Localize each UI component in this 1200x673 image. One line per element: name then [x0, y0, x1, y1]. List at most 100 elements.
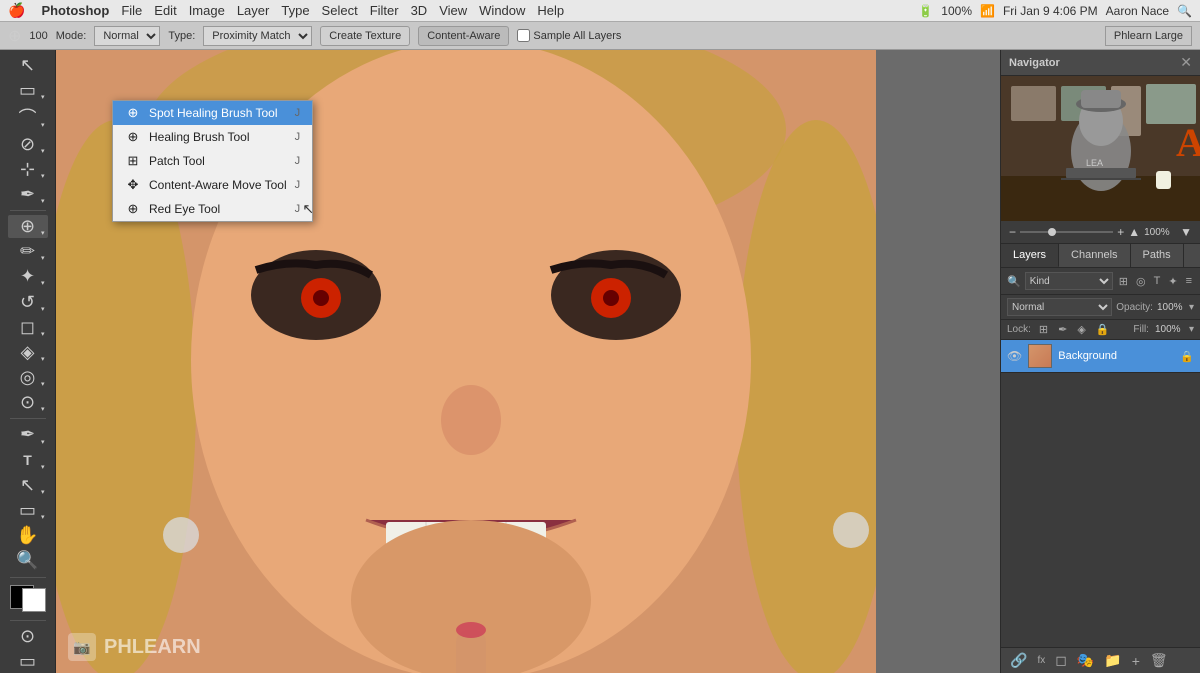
- tool-menu-item-red-eye[interactable]: ⊕ Red Eye Tool J ↖: [113, 197, 312, 221]
- layer-item-background[interactable]: 👁 Background 🔒: [1001, 340, 1200, 373]
- phlearn-preset-button[interactable]: Phlearn Large: [1105, 26, 1192, 46]
- layer-fx-btn[interactable]: fx: [1034, 655, 1048, 666]
- menu-bar: 🍎 Photoshop File Edit Image Layer Type S…: [0, 0, 1200, 22]
- quick-mask-tool[interactable]: ⊙: [8, 625, 48, 648]
- mode-select[interactable]: Normal: [94, 26, 160, 46]
- lock-all-btn[interactable]: 🔒: [1094, 323, 1112, 336]
- opacity-label: Opacity:: [1116, 302, 1153, 313]
- menu-help[interactable]: Help: [537, 3, 564, 18]
- lock-pixels-btn[interactable]: ⊞: [1037, 323, 1050, 336]
- menu-layer[interactable]: Layer: [237, 3, 270, 18]
- tab-channels[interactable]: Channels: [1059, 244, 1130, 267]
- sample-all-layers-checkbox[interactable]: Sample All Layers: [517, 29, 621, 42]
- layers-kind-select[interactable]: Kind: [1025, 272, 1113, 290]
- eraser-tool[interactable]: ◻ ▾: [8, 316, 48, 339]
- right-panel: Navigator ✕ A: [1000, 50, 1200, 673]
- layer-mask-btn[interactable]: ◻: [1052, 652, 1070, 669]
- layer-delete-btn[interactable]: 🗑: [1147, 652, 1171, 669]
- quick-select-icon: ⊘: [20, 134, 35, 155]
- menu-file[interactable]: File: [121, 3, 142, 18]
- layer-lock-icon: 🔒: [1180, 350, 1194, 363]
- toolbar-separator-1: [10, 210, 46, 211]
- clone-stamp-tool[interactable]: ✦ ▾: [8, 265, 48, 288]
- blur-tool[interactable]: ◎ ▾: [8, 366, 48, 389]
- content-aware-move-shortcut: J: [295, 179, 301, 191]
- battery-icon: 🔋: [918, 4, 933, 18]
- hand-tool[interactable]: ✋: [8, 524, 48, 547]
- spot-healing-shortcut: J: [295, 107, 301, 119]
- wifi-icon: 📶: [980, 4, 995, 18]
- blend-mode-select[interactable]: Normal: [1007, 298, 1112, 316]
- menu-image[interactable]: Image: [189, 3, 225, 18]
- layer-group-btn[interactable]: 📁: [1101, 652, 1124, 669]
- navigator-close-icon[interactable]: ✕: [1180, 54, 1192, 71]
- layers-filter-adj[interactable]: ◎: [1134, 275, 1148, 288]
- eyedropper-tool[interactable]: ✒ ▾: [8, 183, 48, 206]
- layer-link-btn[interactable]: 🔗: [1007, 652, 1030, 669]
- zoom-out-icon[interactable]: −: [1009, 225, 1016, 239]
- tool-menu-item-content-aware-move[interactable]: ✥ Content-Aware Move Tool J: [113, 173, 312, 197]
- quick-select-tool[interactable]: ⊘ ▾: [8, 132, 48, 155]
- zoom-thumb[interactable]: [1048, 228, 1056, 236]
- history-brush-tool[interactable]: ↺ ▾: [8, 290, 48, 313]
- menu-filter[interactable]: Filter: [370, 3, 399, 18]
- layer-adj-btn[interactable]: 🎭: [1074, 652, 1097, 669]
- options-bar: ⊕ 100 Mode: Normal Type: Proximity Match…: [0, 22, 1200, 50]
- menu-window[interactable]: Window: [479, 3, 525, 18]
- layer-new-btn[interactable]: +: [1129, 653, 1143, 669]
- spot-healing-tool[interactable]: ⊕ ▾: [8, 215, 48, 238]
- nav-expand-icon[interactable]: ▼: [1180, 225, 1192, 239]
- fill-arrow-icon[interactable]: ▾: [1189, 324, 1194, 335]
- tab-paths[interactable]: Paths: [1131, 244, 1184, 267]
- dodge-tool[interactable]: ⊙ ▾: [8, 391, 48, 414]
- apple-menu[interactable]: 🍎: [8, 2, 25, 19]
- zoom-tool[interactable]: 🔍: [8, 549, 48, 572]
- patch-menu-icon: ⊞: [125, 153, 141, 169]
- content-aware-button[interactable]: Content-Aware: [418, 26, 509, 46]
- content-aware-move-label: Content-Aware Move Tool: [149, 178, 287, 192]
- pen-tool[interactable]: ✒ ▾: [8, 423, 48, 446]
- crop-icon: ⊹: [20, 159, 35, 180]
- screen-mode-tool[interactable]: ▭: [8, 650, 48, 673]
- lasso-tool[interactable]: ⌒ ▾: [8, 104, 48, 130]
- rectangle-tool[interactable]: ▭ ▾: [8, 499, 48, 522]
- menu-view[interactable]: View: [439, 3, 467, 18]
- toolbar-separator-2: [10, 418, 46, 419]
- menu-type[interactable]: Type: [281, 3, 309, 18]
- toolbar-separator-3: [10, 577, 46, 578]
- navigator-title: Navigator: [1009, 57, 1060, 69]
- dodge-icon: ⊙: [20, 392, 35, 413]
- type-tool[interactable]: T ▾: [8, 449, 48, 472]
- brush-tool[interactable]: ✏ ▾: [8, 240, 48, 263]
- zoom-in-icon[interactable]: +: [1117, 225, 1124, 239]
- menu-edit[interactable]: Edit: [154, 3, 176, 18]
- nav-zoom-collapse[interactable]: ▲: [1128, 225, 1140, 239]
- background-color[interactable]: [22, 588, 46, 612]
- red-eye-label: Red Eye Tool: [149, 202, 220, 216]
- move-tool[interactable]: ↖: [8, 54, 48, 77]
- search-icon[interactable]: 🔍: [1177, 4, 1192, 18]
- type-select[interactable]: Proximity Match Create Texture Content-A…: [203, 26, 312, 46]
- menu-select[interactable]: Select: [322, 3, 358, 18]
- layers-filter-smart[interactable]: ✦: [1166, 275, 1179, 288]
- lock-position-btn[interactable]: ✒: [1056, 323, 1069, 336]
- layers-filter-pixel[interactable]: ⊞: [1117, 275, 1130, 288]
- selection-tool[interactable]: ▭ ▾: [8, 79, 48, 102]
- healing-menu-icon: ⊕: [125, 129, 141, 145]
- menu-3d[interactable]: 3D: [411, 3, 428, 18]
- crop-tool[interactable]: ⊹ ▾: [8, 158, 48, 181]
- layers-bottom-toolbar: 🔗 fx ◻ 🎭 📁 + 🗑: [1001, 647, 1200, 673]
- tool-menu-item-patch[interactable]: ⊞ Patch Tool J: [113, 149, 312, 173]
- lock-artboard-btn[interactable]: ◈: [1075, 323, 1087, 336]
- layers-filter-toggle[interactable]: ≡: [1184, 275, 1194, 287]
- opacity-arrow-icon[interactable]: ▾: [1189, 302, 1194, 313]
- tab-layers[interactable]: Layers: [1001, 244, 1059, 267]
- gradient-tool[interactable]: ◈ ▾: [8, 341, 48, 364]
- tool-menu-item-spot-healing[interactable]: ⊕ Spot Healing Brush Tool J: [113, 101, 312, 125]
- tool-menu-item-healing[interactable]: ⊕ Healing Brush Tool J: [113, 125, 312, 149]
- layers-filter-type[interactable]: T: [1152, 275, 1163, 287]
- layer-visibility-icon[interactable]: 👁: [1007, 349, 1022, 363]
- path-select-tool[interactable]: ↖ ▾: [8, 474, 48, 497]
- zoom-track[interactable]: [1020, 231, 1113, 233]
- create-texture-button[interactable]: Create Texture: [320, 26, 410, 46]
